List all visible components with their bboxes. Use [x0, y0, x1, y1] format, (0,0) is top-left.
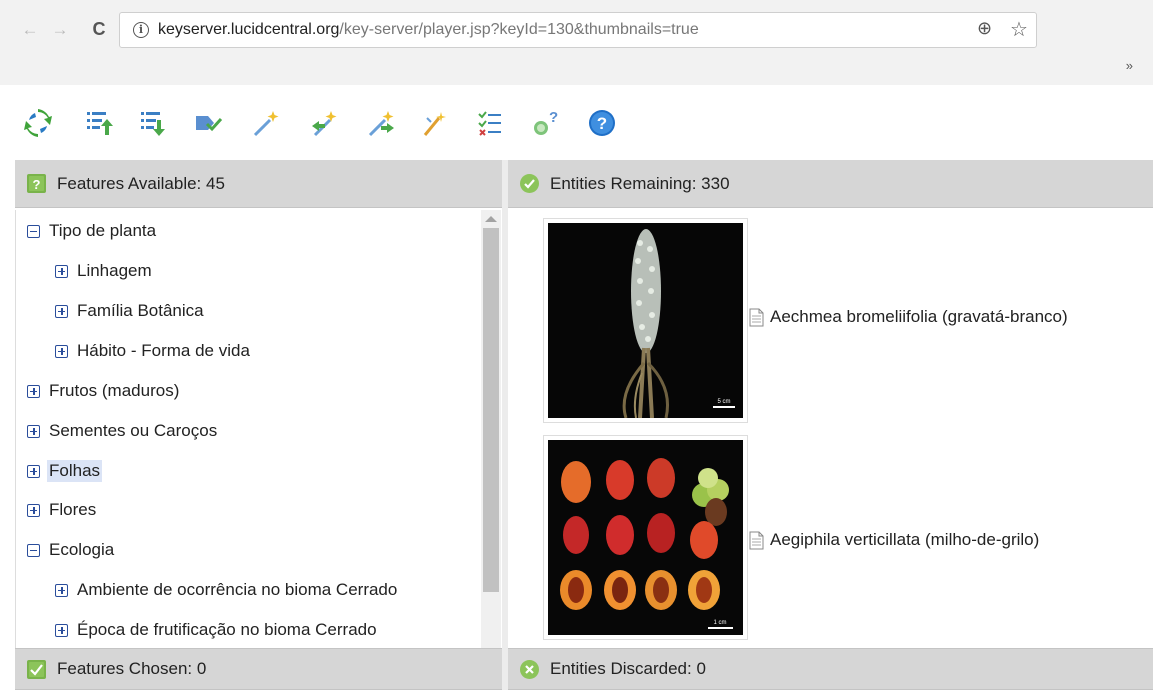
- forward-arrow-icon[interactable]: →: [50, 20, 70, 40]
- tree-item-label: Ambiente de ocorrência no bioma Cerrado: [77, 580, 398, 599]
- tree-item-tipo-de-planta[interactable]: Tipo de planta: [27, 218, 156, 244]
- tree-item-label: Tipo de planta: [49, 221, 157, 240]
- tree-item-habito[interactable]: Hábito - Forma de vida: [55, 338, 250, 364]
- restart-icon[interactable]: [22, 107, 54, 139]
- url-path: /key-server/player.jsp?keyId=130&thumbna…: [339, 21, 699, 38]
- tree-item-label: Ecologia: [49, 540, 115, 559]
- tree-item-ambiente[interactable]: Ambiente de ocorrência no bioma Cerrado: [55, 577, 397, 603]
- expand-icon[interactable]: [27, 384, 40, 398]
- reload-icon[interactable]: C: [89, 19, 109, 39]
- entity-item[interactable]: 5 cm Aechmea bromeliifolia (gravatá-bran…: [543, 218, 1153, 423]
- entities-discarded-label: Entities Discarded: 0: [550, 659, 706, 678]
- entity-name-row[interactable]: Aegiphila verticillata (milho-de-grilo): [749, 530, 1039, 550]
- collapse-icon[interactable]: [27, 224, 40, 238]
- entities-discarded-header: Entities Discarded: 0: [508, 648, 1153, 690]
- expand-icon[interactable]: [55, 623, 68, 637]
- entity-name-row[interactable]: Aechmea bromeliifolia (gravatá-branco): [749, 307, 1068, 327]
- tree-item-label: Frutos (maduros): [49, 381, 180, 400]
- expand-icon[interactable]: [55, 583, 68, 597]
- question-box-icon: ?: [26, 173, 47, 194]
- prune-icon[interactable]: [192, 107, 224, 139]
- tree-item-label: Família Botânica: [77, 301, 204, 320]
- move-features-down-icon[interactable]: [136, 107, 168, 139]
- features-available-header: ? Features Available: 45: [15, 160, 502, 208]
- document-icon[interactable]: [749, 531, 764, 550]
- browser-chrome: ← → C i keyserver.lucidcentral.org/key-s…: [0, 0, 1153, 85]
- entity-thumbnail[interactable]: 5 cm: [543, 218, 748, 423]
- document-icon[interactable]: [749, 308, 764, 327]
- address-bar[interactable]: i keyserver.lucidcentral.org/key-server/…: [119, 12, 1037, 48]
- list-icon[interactable]: [474, 107, 506, 139]
- differences-icon[interactable]: ?: [530, 107, 562, 139]
- key-toolbar: ? ?: [0, 85, 1153, 160]
- tree-item-label: Sementes ou Caroços: [49, 421, 218, 440]
- scroll-thumb[interactable]: [483, 228, 499, 592]
- entities-remaining-label: Entities Remaining: 330: [550, 173, 730, 193]
- zoom-icon[interactable]: ⊕: [977, 18, 992, 39]
- scroll-up-arrow-icon[interactable]: [485, 216, 497, 222]
- entity-name: Aechmea bromeliifolia (gravatá-branco): [770, 307, 1068, 326]
- svg-text:?: ?: [33, 177, 41, 192]
- magic-stick-icon[interactable]: [418, 107, 450, 139]
- tree-item-frutos[interactable]: Frutos (maduros): [27, 378, 179, 404]
- tree-item-sementes[interactable]: Sementes ou Caroços: [27, 418, 217, 444]
- tree-item-label: Flores: [49, 500, 97, 519]
- tree-item-ecologia[interactable]: Ecologia: [27, 537, 114, 563]
- entities-list: 5 cm Aechmea bromeliifolia (gravatá-bran…: [508, 210, 1153, 648]
- features-tree: Tipo de planta Linhagem Família Botânica…: [15, 210, 502, 648]
- tree-item-label: Época de frutificação no bioma Cerrado: [77, 620, 377, 639]
- check-circle-icon: [519, 173, 540, 194]
- check-box-icon: [26, 659, 47, 680]
- svg-text:?: ?: [597, 114, 607, 133]
- expand-icon[interactable]: [55, 344, 68, 358]
- features-chosen-label: Features Chosen: 0: [57, 659, 207, 678]
- entity-item[interactable]: 1 cm Aegiphila verticillata (milho-de-gr…: [543, 435, 1153, 640]
- move-features-up-icon[interactable]: [82, 107, 114, 139]
- star-icon[interactable]: ☆: [1010, 17, 1028, 42]
- collapse-icon[interactable]: [27, 543, 40, 557]
- entities-remaining-header: Entities Remaining: 330: [508, 160, 1153, 208]
- expand-icon[interactable]: [55, 264, 68, 278]
- fruit-photo: 1 cm: [548, 440, 743, 635]
- tree-item-familia-botanica[interactable]: Família Botânica: [55, 298, 204, 324]
- info-icon[interactable]: i: [133, 22, 149, 38]
- entity-name: Aegiphila verticillata (milho-de-grilo): [770, 530, 1040, 549]
- wand-left-icon[interactable]: [308, 107, 340, 139]
- expand-icon[interactable]: [55, 304, 68, 318]
- wand-right-icon[interactable]: [365, 107, 397, 139]
- help-icon[interactable]: ?: [586, 107, 618, 139]
- expand-icon[interactable]: [27, 424, 40, 438]
- features-scrollbar[interactable]: [481, 210, 501, 648]
- tree-item-epoca[interactable]: Época de frutificação no bioma Cerrado: [55, 617, 377, 643]
- chevron-double-right-icon[interactable]: »: [1126, 58, 1133, 73]
- features-available-label: Features Available: 45: [57, 173, 225, 193]
- svg-text:?: ?: [549, 109, 558, 126]
- url-host: keyserver.lucidcentral.org: [158, 21, 340, 38]
- tree-item-label: Hábito - Forma de vida: [77, 341, 250, 360]
- entity-thumbnail[interactable]: 1 cm: [543, 435, 748, 640]
- best-feature-wand-icon[interactable]: [250, 107, 282, 139]
- tree-item-flores[interactable]: Flores: [27, 497, 96, 523]
- url-text[interactable]: keyserver.lucidcentral.org/key-server/pl…: [158, 21, 699, 39]
- back-arrow-icon[interactable]: ←: [20, 20, 40, 40]
- tree-item-folhas[interactable]: Folhas: [27, 458, 103, 484]
- bromeliad-photo: 5 cm: [548, 223, 743, 418]
- scale-label: 5 cm: [717, 399, 730, 405]
- x-circle-icon: [519, 659, 540, 680]
- tree-item-label: Linhagem: [77, 261, 152, 280]
- features-chosen-header: Features Chosen: 0: [15, 648, 502, 690]
- scale-label: 1 cm: [713, 620, 726, 626]
- tree-item-linhagem[interactable]: Linhagem: [55, 258, 152, 284]
- tree-item-label: Folhas: [47, 460, 103, 482]
- expand-icon[interactable]: [27, 503, 40, 517]
- expand-icon[interactable]: [27, 464, 40, 478]
